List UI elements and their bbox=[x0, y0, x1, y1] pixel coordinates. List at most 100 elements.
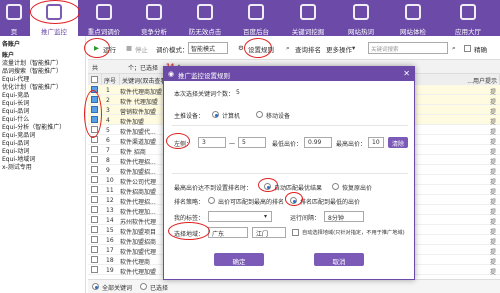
row-number: 15 bbox=[106, 227, 114, 234]
delete-button[interactable]: 清除 bbox=[388, 137, 409, 148]
row-number: 2 bbox=[106, 97, 110, 104]
nav-fraud[interactable]: 防无效点击 bbox=[180, 0, 230, 36]
min-price-input[interactable]: 0.99 bbox=[304, 137, 332, 148]
row-checkbox[interactable] bbox=[91, 246, 98, 253]
nav-baidu[interactable]: 百度后台 bbox=[232, 0, 280, 36]
auto-region-checkbox[interactable] bbox=[292, 229, 299, 236]
row-checkbox[interactable] bbox=[91, 226, 98, 233]
row-checkbox[interactable] bbox=[91, 216, 98, 223]
search-rank-icon: ⌕ bbox=[286, 44, 290, 52]
exact-checkbox[interactable] bbox=[464, 45, 471, 52]
all-keywords-radio[interactable] bbox=[92, 283, 99, 290]
select-all-checkbox[interactable] bbox=[91, 76, 98, 83]
search-input[interactable]: 关键词搜索 bbox=[368, 42, 448, 54]
fire-icon bbox=[353, 4, 369, 20]
nav-apps[interactable]: 应用大厅 bbox=[440, 0, 496, 36]
baidu-icon bbox=[248, 4, 264, 20]
bid-icon bbox=[96, 4, 112, 20]
row-number: 6 bbox=[106, 137, 110, 144]
row-checkbox[interactable] bbox=[91, 236, 98, 243]
max-price-input[interactable]: 10 bbox=[368, 137, 384, 148]
count-label: 本次选择关键词个数： bbox=[174, 91, 235, 98]
my-tag-select[interactable] bbox=[208, 211, 272, 222]
run-period-label: 运行间隔： bbox=[290, 215, 321, 222]
row-checkbox[interactable] bbox=[91, 266, 98, 273]
nav-compete[interactable]: 竞争分析 bbox=[130, 0, 178, 36]
selected-radio[interactable] bbox=[140, 283, 147, 290]
rank-button[interactable]: 查询排名 bbox=[295, 44, 321, 54]
summary-prefix: 共 bbox=[92, 65, 99, 72]
annotation-ring bbox=[244, 38, 272, 58]
app-logo-icon: ◉ bbox=[168, 70, 175, 78]
row-checkbox[interactable] bbox=[91, 176, 98, 183]
device-mobile-radio[interactable] bbox=[256, 111, 263, 118]
nav-check[interactable]: 网站体检 bbox=[388, 0, 438, 36]
selected-prefix: 个；已选择 bbox=[128, 65, 159, 72]
rank-from-input[interactable]: 3 bbox=[198, 137, 226, 148]
ok-button[interactable]: 确定 bbox=[214, 253, 264, 266]
divider bbox=[172, 125, 408, 126]
row-hint: 提 bbox=[489, 269, 496, 276]
annotation-ring bbox=[84, 38, 110, 58]
min-price-label: 最低出价： bbox=[272, 141, 303, 148]
city-select[interactable]: 江门 bbox=[252, 227, 286, 238]
row-checkbox[interactable] bbox=[91, 206, 98, 213]
rule-settings-dialog: 推广监控设置规则 ◉ ✕ 本次选择关键词个数： 5 主推设备： 计算机 移动设备… bbox=[163, 66, 415, 280]
row-checkbox[interactable] bbox=[91, 196, 98, 203]
strategy-a-label: 出价可匹配到最高的排名 bbox=[218, 199, 285, 206]
chevron-down-icon: ▾ bbox=[264, 213, 268, 220]
stop-icon: ■ bbox=[126, 44, 133, 52]
cancel-button[interactable]: 取消 bbox=[314, 253, 364, 266]
all-keywords-label: 全部关键词 bbox=[102, 285, 133, 292]
row-number: 12 bbox=[106, 197, 114, 204]
stop-button[interactable]: 停止 bbox=[135, 44, 148, 54]
strategy-a-radio[interactable] bbox=[208, 197, 215, 204]
annotation-ring bbox=[258, 178, 278, 192]
row-number: 8 bbox=[106, 157, 110, 164]
annotation-ring bbox=[84, 90, 102, 138]
row-number: 5 bbox=[106, 127, 110, 134]
unreached-keep-label: 自动匹配最优结果 bbox=[274, 185, 323, 192]
row-number: 3 bbox=[106, 107, 110, 114]
unreached-restore-radio[interactable] bbox=[332, 183, 339, 190]
province-select[interactable]: 广东 bbox=[208, 227, 248, 238]
row-number: 19 bbox=[106, 267, 114, 274]
row-number: 10 bbox=[106, 177, 114, 184]
nav-keyword[interactable]: 关键词挖掘 bbox=[282, 0, 334, 36]
nav-bid[interactable]: 重点词调价 bbox=[80, 0, 128, 36]
row-checkbox[interactable] bbox=[91, 186, 98, 193]
search-icon[interactable]: ⌕ bbox=[452, 44, 456, 53]
sidebar-header: 各账户 bbox=[2, 41, 21, 48]
row-number: 13 bbox=[106, 207, 114, 214]
row-keyword: 软件代理加盟 bbox=[120, 269, 157, 276]
sidebar-item[interactable]: x-测试专用 bbox=[2, 162, 32, 171]
rank-to-input[interactable]: 5 bbox=[238, 137, 266, 148]
nav-home[interactable]: 页 bbox=[0, 0, 28, 36]
annotation-ring bbox=[166, 133, 190, 149]
row-number: 1 bbox=[106, 87, 110, 94]
row-number: 14 bbox=[106, 217, 114, 224]
row-number: 9 bbox=[106, 167, 110, 174]
close-icon[interactable]: ✕ bbox=[403, 69, 410, 78]
nav-hotwords[interactable]: 网站热词 bbox=[336, 0, 386, 36]
dialog-title: 推广监控设置规则 bbox=[164, 67, 414, 81]
row-checkbox[interactable] bbox=[91, 156, 98, 163]
header-checkbox-col[interactable] bbox=[88, 74, 102, 85]
more-button[interactable]: 更多操作 bbox=[326, 44, 352, 54]
row-number: 16 bbox=[106, 237, 114, 244]
bid-mode-select[interactable]: 智能模式 bbox=[188, 42, 228, 54]
unreached-restore-label: 恢复原出价 bbox=[342, 185, 373, 192]
row-checkbox[interactable] bbox=[91, 166, 98, 173]
header-num: 序号 bbox=[102, 74, 120, 85]
row-checkbox[interactable] bbox=[91, 146, 98, 153]
row-number: 4 bbox=[106, 117, 110, 124]
row-checkbox[interactable] bbox=[91, 256, 98, 263]
device-pc-radio[interactable] bbox=[212, 111, 219, 118]
device-mobile-label: 移动设备 bbox=[266, 113, 291, 120]
selected-label: 已选择 bbox=[150, 285, 169, 292]
compete-icon bbox=[146, 4, 162, 20]
toolbar: ▶ 运行 ■ 停止 调价模式： 智能模式 ⚙ 设置规则 ⌕ 查询排名 更多操作 … bbox=[88, 38, 500, 60]
annotation-ring bbox=[285, 192, 303, 206]
run-period-select[interactable]: 8分钟 bbox=[324, 211, 364, 222]
exact-label: 精确 bbox=[474, 46, 487, 54]
